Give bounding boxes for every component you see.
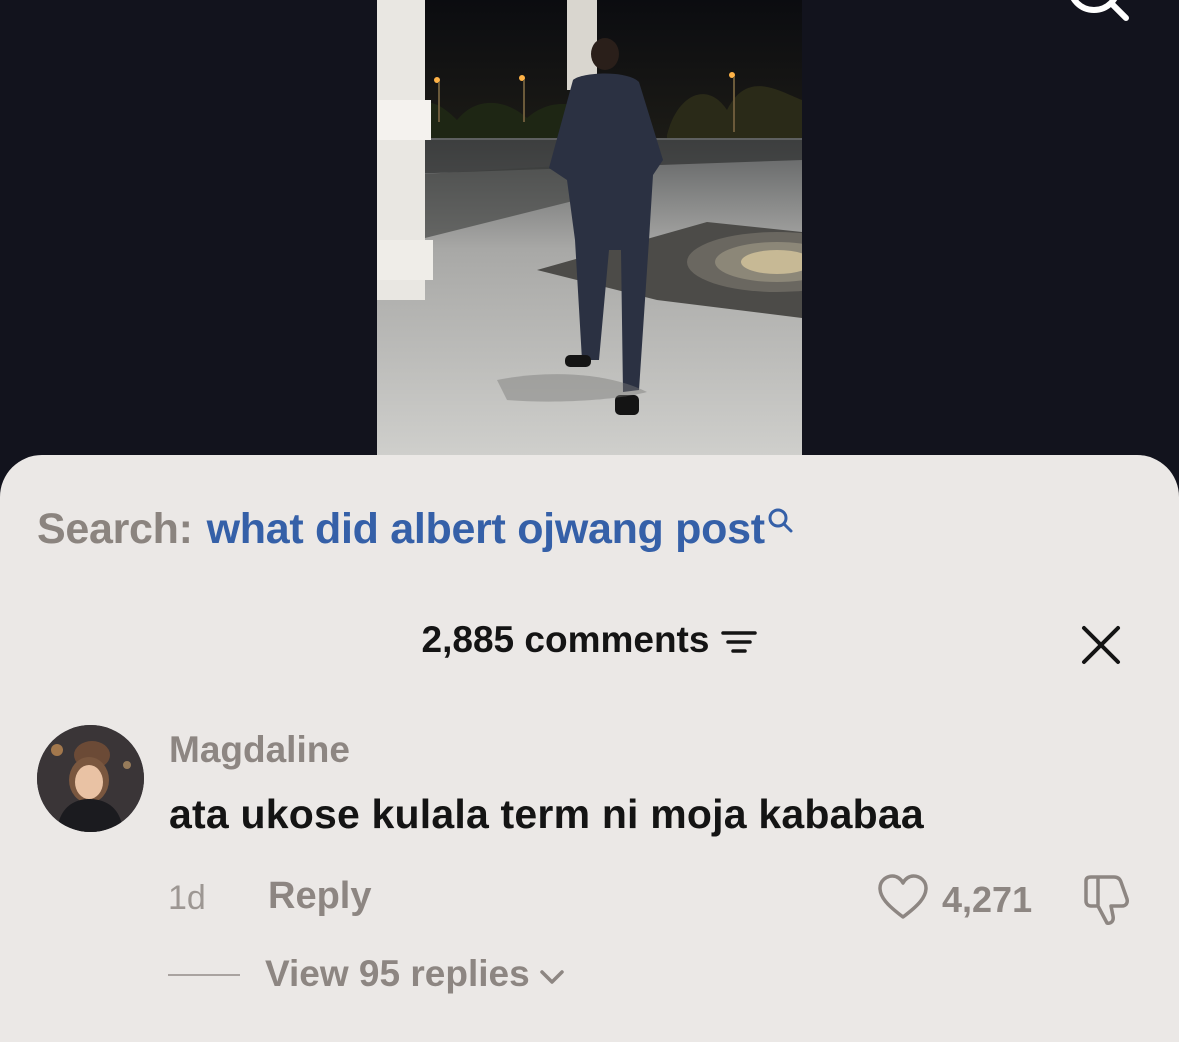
avatar-image bbox=[37, 725, 144, 832]
comments-count: 2,885 comments bbox=[421, 619, 710, 660]
view-replies-label: View 95 replies bbox=[265, 953, 530, 994]
view-replies-button[interactable]: View 95 replies bbox=[265, 953, 566, 995]
video-thumbnail bbox=[377, 0, 802, 456]
comments-header: 2,885 comments bbox=[0, 619, 1179, 669]
search-icon[interactable] bbox=[1062, 0, 1132, 24]
comments-count-button[interactable]: 2,885 comments bbox=[422, 619, 758, 661]
filter-icon[interactable] bbox=[721, 627, 758, 657]
close-icon[interactable] bbox=[1081, 625, 1121, 665]
reply-button[interactable]: Reply bbox=[268, 875, 371, 918]
like-count: 4,271 bbox=[942, 879, 1033, 920]
thumbs-down-icon[interactable] bbox=[1080, 873, 1132, 927]
comment-time: 1d bbox=[168, 879, 206, 917]
comment-text: ata ukose kulala term ni moja kababaa bbox=[169, 791, 924, 837]
comments-sheet: Search: what did albert ojwang post 2,88… bbox=[0, 455, 1179, 1042]
replies-divider bbox=[168, 974, 240, 976]
search-query-link[interactable]: what did albert ojwang post bbox=[207, 505, 765, 554]
avatar[interactable] bbox=[37, 725, 144, 832]
related-search[interactable]: Search: what did albert ojwang post bbox=[37, 505, 795, 554]
heart-icon[interactable] bbox=[877, 873, 929, 921]
app-screen: Search: what did albert ojwang post 2,88… bbox=[0, 0, 1179, 1042]
comment-username[interactable]: Magdaline bbox=[169, 729, 350, 771]
search-icon bbox=[768, 508, 793, 533]
chevron-down-icon bbox=[539, 970, 564, 984]
video-player[interactable] bbox=[377, 0, 802, 456]
search-label: Search: bbox=[37, 505, 193, 553]
